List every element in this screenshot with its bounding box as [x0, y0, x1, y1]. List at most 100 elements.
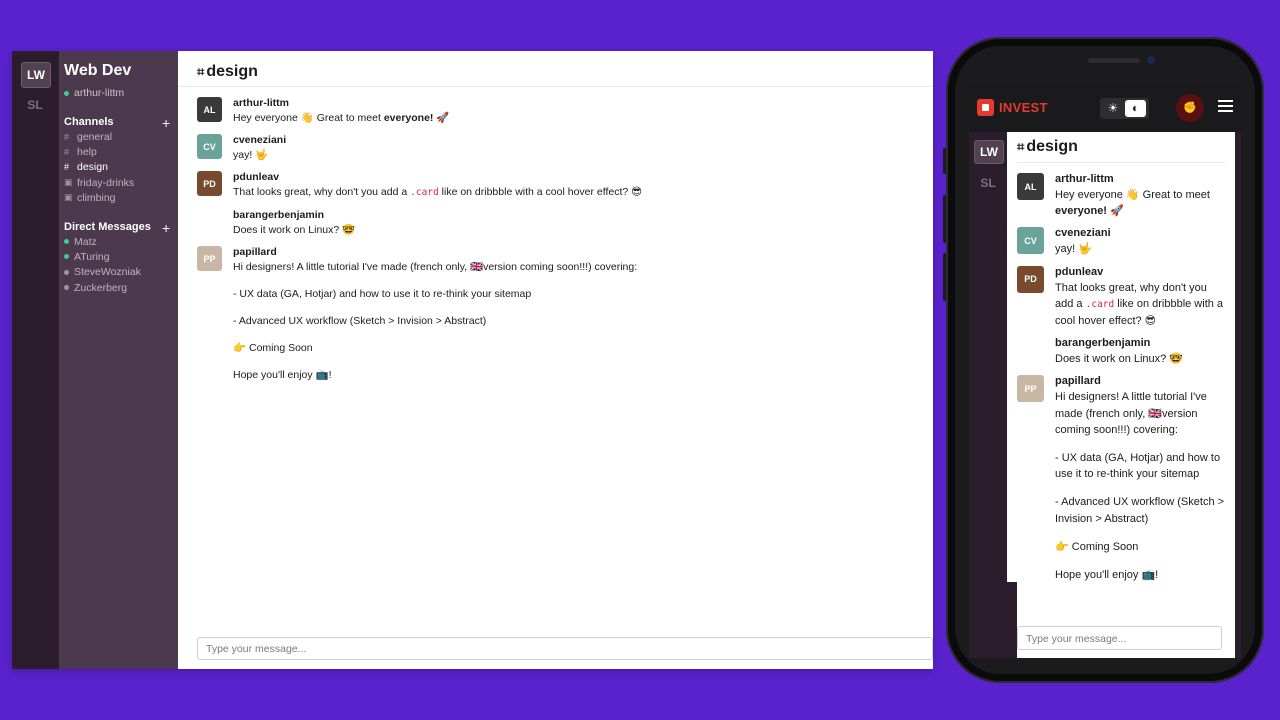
channel-view: ⌗ design AL arthur-littm Hey everyone 👋 G… [178, 51, 933, 669]
message: PD pdunleav That looks great, why don't … [197, 170, 923, 201]
dm-item-aturing[interactable]: ATuring [64, 249, 141, 264]
message: CV cveneziani yay! 🤟 [1017, 226, 1225, 257]
mobile-screen: INVEST ☀ ◐ ✊ LW SL ⌗ design AL arthur-li… [969, 84, 1241, 658]
workspace-rail: LW SL [12, 51, 59, 669]
message-paragraph: 👉 Coming Soon [1055, 540, 1139, 553]
message-author[interactable]: arthur-littm [233, 96, 923, 110]
message: barangerbenjamin Does it work on Linux? … [197, 208, 923, 238]
message-text: That looks great, why don't you add a .c… [1055, 280, 1225, 330]
message-author[interactable]: papillard [233, 245, 923, 259]
phone-speaker [1088, 58, 1140, 63]
text-segment: 🚀 [1106, 205, 1124, 218]
lock-icon: ▣ [64, 192, 73, 203]
inline-code: .card [1085, 298, 1115, 310]
header-divider [178, 86, 933, 87]
channel-list: # general # help # design ▣ friday-drinks ▣ c… [64, 129, 134, 205]
inline-code: .card [410, 187, 439, 198]
lock-icon: ▣ [64, 177, 73, 188]
brand-logo[interactable]: INVEST [977, 99, 1048, 116]
sidebar-item-design[interactable]: # design [64, 160, 134, 175]
avatar[interactable]: PP [197, 246, 222, 271]
hash-icon: # [64, 162, 70, 173]
online-status-icon [64, 239, 69, 245]
message-input[interactable]: Type your message... [1017, 626, 1222, 650]
message: PP papillard Hi designers! A little tuto… [197, 245, 923, 383]
text-segment: 🚀 [433, 112, 450, 124]
hamburger-menu-icon[interactable] [1218, 100, 1233, 112]
message-text: yay! 🤟 [233, 149, 269, 161]
message-paragraph: - Advanced UX workflow (Sketch > Invisio… [1055, 496, 1225, 525]
message-author[interactable]: arthur-littm [1055, 172, 1225, 187]
hash-icon: # [64, 131, 70, 142]
dm-item-label: SteveWozniak [74, 266, 141, 279]
add-channel-button[interactable]: + [162, 116, 170, 130]
user-avatar-icon[interactable]: ✊ [1176, 94, 1204, 122]
moon-icon[interactable]: ◐ [1125, 100, 1146, 117]
dm-item-label: Matz [74, 235, 97, 248]
message-paragraph: Hi designers! A little tutorial I've mad… [1055, 391, 1207, 436]
avatar[interactable]: PD [197, 171, 222, 196]
message-author[interactable]: pdunleav [233, 170, 923, 184]
sidebar-item-general[interactable]: # general [64, 129, 134, 144]
sidebar-item-climbing[interactable]: ▣ climbing [64, 190, 134, 205]
online-status-icon [64, 90, 69, 96]
dm-item-matz[interactable]: Matz [64, 234, 141, 249]
mobile-channel-view: ⌗ design AL arthur-littm Hey everyone 👋 G… [1007, 132, 1235, 658]
sidebar-item-friday-drinks[interactable]: ▣ friday-drinks [64, 175, 134, 190]
desktop-chat-window: LW SL Web Dev arthur-littm Channels + # g… [12, 51, 933, 669]
phone-bezel: INVEST ☀ ◐ ✊ LW SL ⌗ design AL arthur-li… [955, 46, 1255, 674]
avatar[interactable]: PP [1017, 375, 1044, 403]
avatar[interactable]: CV [1017, 227, 1044, 255]
channels-title: Channels [64, 116, 114, 128]
message-list: AL arthur-littm Hey everyone 👋 Great to … [197, 96, 923, 394]
message-list: AL arthur-littm Hey everyone 👋 Great to … [1017, 172, 1225, 595]
message-text: Hi designers! A little tutorial I've mad… [1055, 389, 1225, 583]
sidebar-item-label: general [77, 130, 113, 143]
channel-title: ⌗ design [1017, 138, 1078, 156]
mobile-navbar: INVEST ☀ ◐ ✊ [969, 84, 1241, 132]
message-author[interactable]: barangerbenjamin [233, 208, 923, 222]
message-text: Hey everyone 👋 Great to meet everyone! 🚀 [233, 110, 923, 126]
dm-item-zuckerberg[interactable]: Zuckerberg [64, 280, 141, 295]
message-paragraph: Hi designers! A little tutorial I've mad… [233, 261, 638, 273]
current-user: arthur-littm [64, 87, 124, 99]
online-status-icon [64, 254, 69, 260]
workspace-lw[interactable]: LW [974, 140, 1004, 164]
channel-title: ⌗ design [197, 63, 258, 81]
message-paragraph: - Advanced UX workflow (Sketch > Invisio… [233, 315, 487, 327]
avatar[interactable]: CV [197, 134, 222, 159]
message-text: That looks great, why don't you add a .c… [233, 184, 923, 201]
workspace-lw[interactable]: LW [21, 62, 51, 88]
avatar[interactable]: PD [1017, 265, 1044, 293]
dm-item-stevewozniak[interactable]: SteveWozniak [64, 265, 141, 280]
message-author[interactable]: cveneziani [233, 133, 923, 147]
current-user-name: arthur-littm [74, 87, 125, 99]
message-author[interactable]: barangerbenjamin [1055, 336, 1225, 351]
message-paragraph: - UX data (GA, Hotjar) and how to use it… [233, 288, 532, 300]
sidebar-item-help[interactable]: # help [64, 144, 134, 159]
message-text: Does it work on Linux? 🤓 [1055, 353, 1184, 366]
message-text: Hi designers! A little tutorial I've mad… [233, 259, 923, 383]
message-author[interactable]: cveneziani [1055, 226, 1225, 241]
text-segment: Hey everyone 👋 Great to meet [233, 112, 384, 124]
direct-messages-title: Direct Messages [64, 221, 151, 233]
theme-toggle[interactable]: ☀ ◐ [1100, 98, 1149, 119]
message-author[interactable]: pdunleav [1055, 265, 1225, 280]
channel-title-text: design [1026, 138, 1078, 155]
workspace-sl[interactable]: SL [974, 172, 1002, 194]
sun-icon[interactable]: ☀ [1103, 101, 1123, 116]
message: barangerbenjamin Does it work on Linux? … [1017, 336, 1225, 367]
message-input[interactable]: Type your message... [197, 637, 933, 660]
add-dm-button[interactable]: + [162, 221, 170, 235]
hash-icon: # [64, 146, 70, 157]
message: PD pdunleav That looks great, why don't … [1017, 265, 1225, 330]
composer-gutter [1007, 582, 1017, 658]
workspace-sl[interactable]: SL [21, 93, 49, 117]
avatar[interactable]: AL [197, 97, 222, 122]
message-author[interactable]: papillard [1055, 374, 1225, 389]
avatar[interactable]: AL [1017, 173, 1044, 200]
channel-hash-icon: ⌗ [197, 64, 205, 79]
message-paragraph: - UX data (GA, Hotjar) and how to use it… [1055, 452, 1221, 481]
bold-text: everyone! [1055, 205, 1107, 218]
message-paragraph: 👉 Coming Soon [233, 342, 313, 354]
